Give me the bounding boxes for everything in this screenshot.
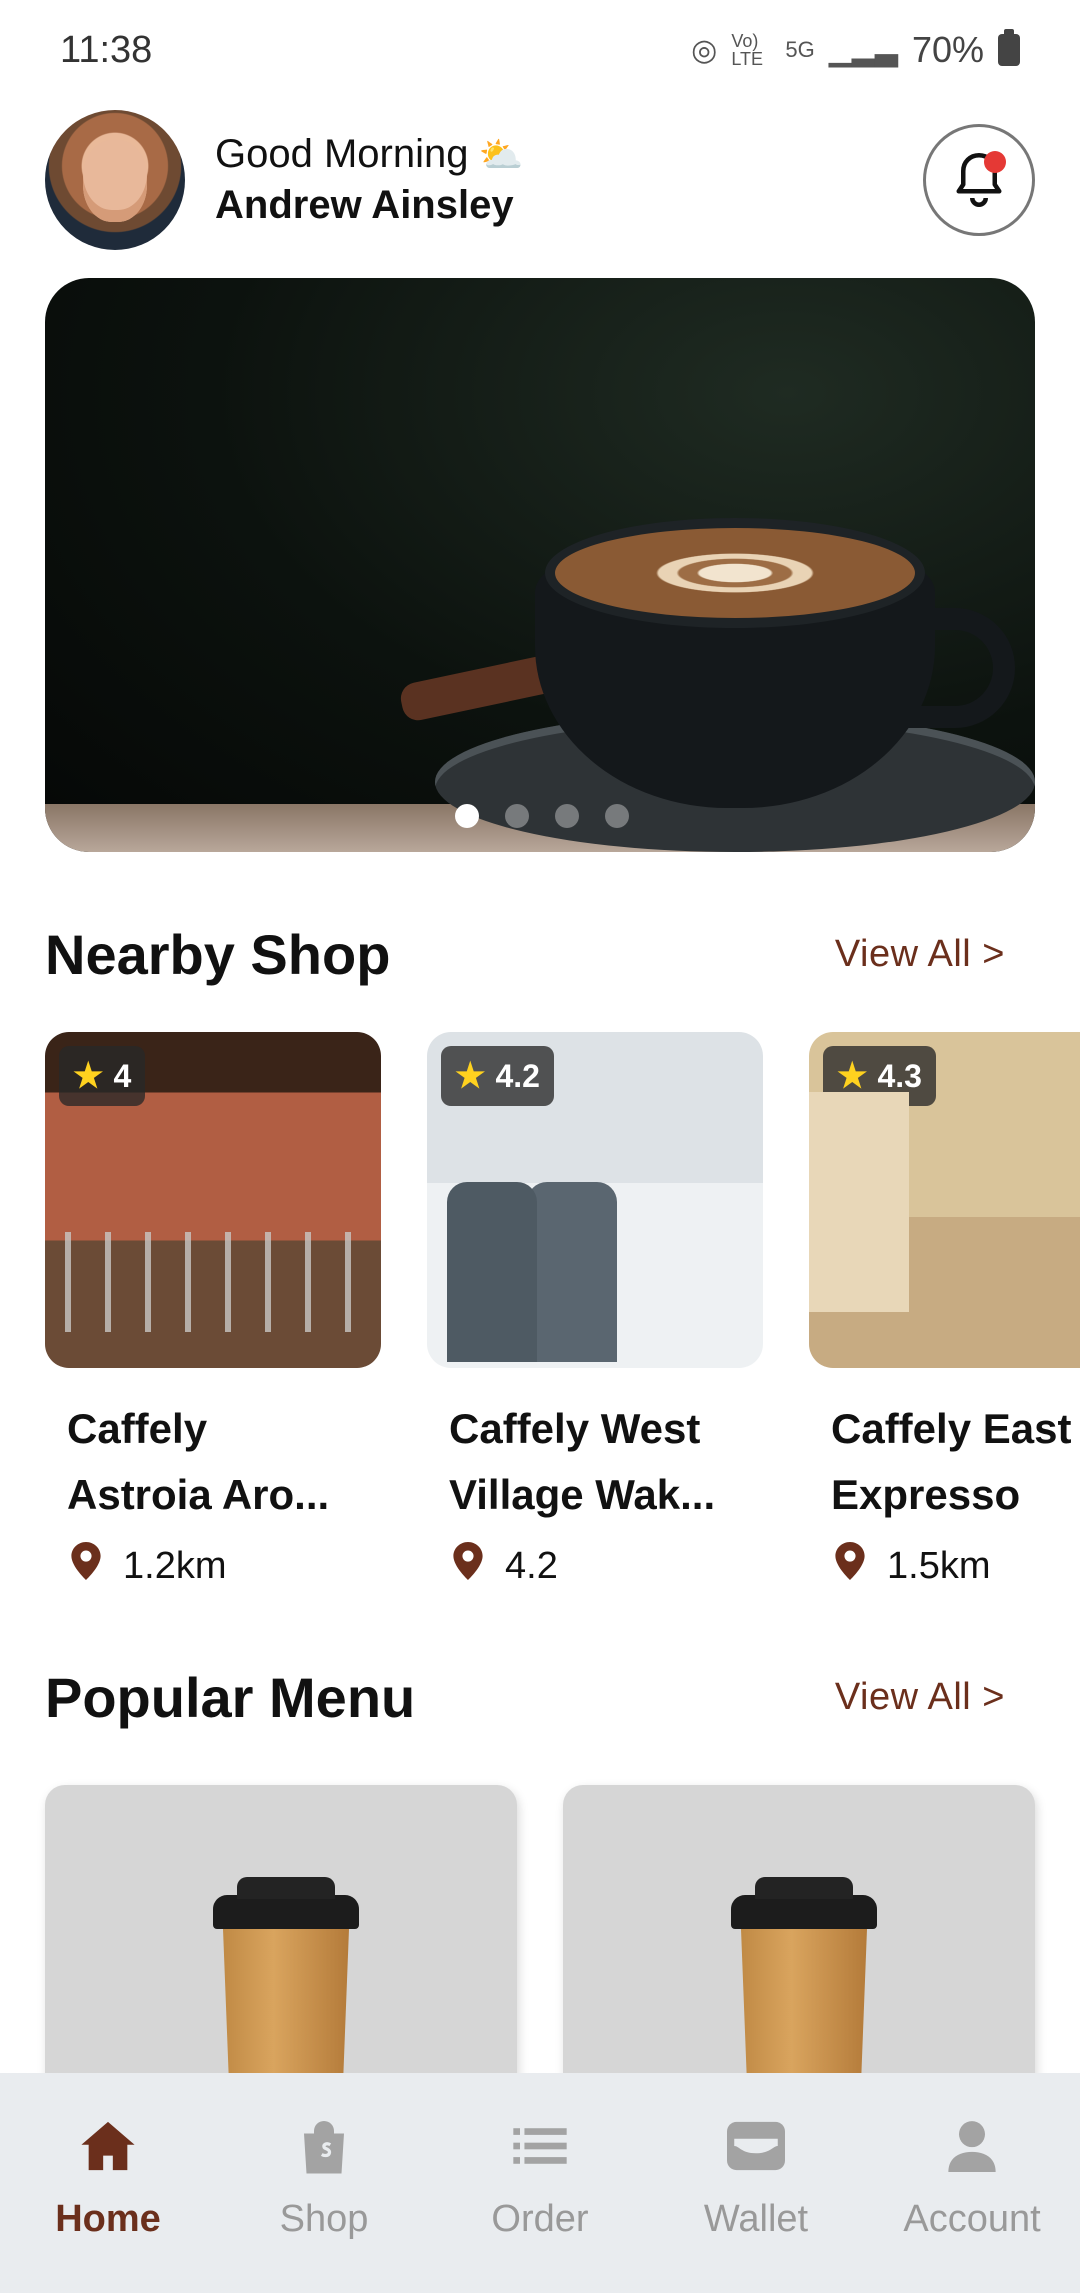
- nav-shop[interactable]: Shop: [224, 2116, 424, 2241]
- carousel-dot[interactable]: [455, 804, 479, 828]
- user-name: Andrew Ainsley: [215, 183, 514, 227]
- 5g-icon: 5G: [785, 37, 815, 62]
- distance-value: 1.2km: [123, 1544, 227, 1587]
- coffee-cup-lid: [731, 1877, 877, 1929]
- rating-badge: ★ 4.2: [441, 1046, 554, 1106]
- nav-order[interactable]: Order: [440, 2116, 640, 2241]
- person-icon: [942, 2116, 1002, 2176]
- banner-latte-art: [545, 518, 925, 628]
- nav-label: Order: [491, 2197, 589, 2240]
- greeting-block: Good Morning ⛅ Andrew Ainsley: [215, 132, 523, 228]
- signal-icon: ▁▂▃: [828, 33, 898, 67]
- popular-title: Popular Menu: [45, 1666, 416, 1729]
- list-icon: [510, 2116, 570, 2176]
- location-pin-icon: [71, 1542, 101, 1590]
- location-pin-icon: [453, 1542, 483, 1590]
- star-icon: ★: [455, 1057, 486, 1095]
- hotspot-icon: ◎: [691, 33, 718, 67]
- shopping-bag-icon: [294, 2116, 354, 2176]
- wallet-icon: [726, 2116, 786, 2176]
- shop-photo: ★ 4.3: [809, 1032, 1080, 1368]
- rating-value: 4.2: [495, 1057, 540, 1094]
- nav-wallet[interactable]: Wallet: [656, 2116, 856, 2241]
- nearby-shop-list: ★ 4 Caffely Astroia Aro... 1.2km ★ 4.2 C…: [45, 1032, 1080, 1590]
- status-bar: 11:38 ◎ Vo) LTE 5G ▁▂▃ 70%: [0, 0, 1080, 100]
- shop-card[interactable]: ★ 4 Caffely Astroia Aro... 1.2km: [45, 1032, 381, 1590]
- nav-label: Shop: [279, 2197, 369, 2240]
- shop-distance: 4.2: [427, 1542, 763, 1590]
- carousel-dot[interactable]: [555, 804, 579, 828]
- nav-label: Home: [55, 2197, 161, 2240]
- nav-account[interactable]: Account: [872, 2116, 1072, 2241]
- coffee-cup-lid: [213, 1877, 359, 1929]
- notification-dot: [984, 151, 1006, 173]
- nav-label: Wallet: [703, 2197, 809, 2240]
- home-icon: [78, 2116, 138, 2176]
- shop-name: Caffely Astroia Aro...: [67, 1405, 330, 1518]
- carousel-dot[interactable]: [505, 804, 529, 828]
- shop-photo: ★ 4: [45, 1032, 381, 1368]
- notification-button[interactable]: [923, 124, 1035, 236]
- greeting-header: Good Morning ⛅ Andrew Ainsley: [45, 108, 1035, 252]
- carousel-dot[interactable]: [605, 804, 629, 828]
- banner-cup-handle: [905, 608, 1015, 728]
- location-pin-icon: [835, 1542, 865, 1590]
- home-screen: 11:38 ◎ Vo) LTE 5G ▁▂▃ 70% Good Morning …: [0, 0, 1080, 2293]
- nearby-view-all-link[interactable]: View All >: [835, 933, 1005, 976]
- battery-percent: 70%: [911, 29, 984, 70]
- promo-banner[interactable]: [45, 278, 1035, 852]
- distance-value: 1.5km: [887, 1544, 991, 1587]
- greeting-text: Good Morning: [215, 132, 469, 176]
- volte-icon: Vo) LTE: [731, 31, 764, 69]
- user-avatar[interactable]: [45, 110, 185, 250]
- star-icon: ★: [73, 1057, 104, 1095]
- nav-label: Account: [903, 2197, 1041, 2240]
- rating-badge: ★ 4: [59, 1046, 146, 1106]
- shop-distance: 1.2km: [45, 1542, 381, 1590]
- nav-home[interactable]: Home: [8, 2116, 208, 2241]
- status-icons: ◎ Vo) LTE 5G ▁▂▃ 70%: [691, 29, 1020, 71]
- bottom-navigation: Home Shop Order Wallet Account: [0, 2073, 1080, 2293]
- rating-value: 4: [113, 1057, 132, 1094]
- status-time: 11:38: [60, 28, 153, 71]
- partly-cloudy-icon: ⛅: [478, 133, 524, 175]
- shop-card[interactable]: ★ 4.2 Caffely West Village Wak... 4.2: [427, 1032, 763, 1590]
- nearby-header: Nearby Shop View All >: [45, 922, 1035, 987]
- shop-name: Caffely East Expresso: [831, 1405, 1072, 1518]
- carousel-dots: [455, 804, 629, 828]
- star-icon: ★: [837, 1057, 868, 1095]
- shop-card[interactable]: ★ 4.3 Caffely East Expresso 1.5km: [809, 1032, 1080, 1590]
- shop-distance: 1.5km: [809, 1542, 1080, 1590]
- battery-icon: [998, 29, 1020, 66]
- rating-badge: ★ 4.3: [823, 1046, 936, 1106]
- shop-photo: ★ 4.2: [427, 1032, 763, 1368]
- greeting-line: Good Morning ⛅: [215, 132, 523, 177]
- rating-value: 4.3: [877, 1057, 922, 1094]
- popular-view-all-link[interactable]: View All >: [835, 1676, 1005, 1719]
- nearby-title: Nearby Shop: [45, 923, 391, 986]
- popular-header: Popular Menu View All >: [45, 1665, 1035, 1730]
- distance-value: 4.2: [505, 1544, 558, 1587]
- shop-name: Caffely West Village Wak...: [449, 1405, 716, 1518]
